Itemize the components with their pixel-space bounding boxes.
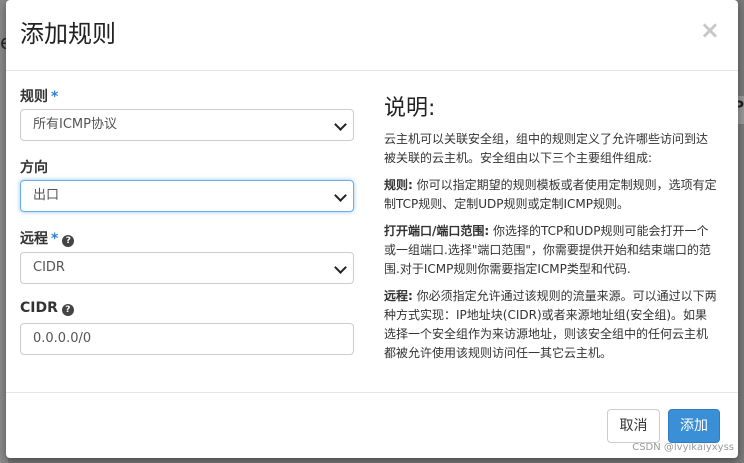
rules-term: 规则: [384,178,413,192]
remote-label: 远程 *? [20,228,75,248]
ports-term: 打开端口/端口范围: [384,224,490,238]
chevron-down-icon [334,261,347,274]
close-icon[interactable]: × [700,18,720,42]
required-marker: * [51,89,59,105]
remote-term: 远程: [384,289,413,303]
cidr-label: CIDR? [20,300,74,316]
direction-label: 方向 [20,157,48,177]
direction-select[interactable]: 出口 [20,180,354,212]
cidr-input-value: 0.0.0.0/0 [33,331,92,346]
rules-text: 你可以指定期望的规则模板或者使用定制规则，选项有定制TCP规则、定制UDP规则或… [384,178,717,211]
remote-select[interactable]: CIDR [20,252,354,284]
cidr-input[interactable]: 0.0.0.0/0 [20,323,354,355]
cancel-button[interactable]: 取消 [607,409,660,443]
description-heading: 说明: [384,96,436,121]
cidr-label-text: CIDR [20,300,58,316]
add-button[interactable]: 添加 [668,409,720,443]
chevron-down-icon [334,189,347,202]
help-icon[interactable]: ? [62,235,75,247]
description-rules: 规则: 你可以指定期望的规则模板或者使用定制规则，选项有定制TCP规则、定制UD… [384,176,718,214]
remote-text: 你必须指定允许通过该规则的流量来源。可以通过以下两种方式实现：IP地址块(CID… [384,289,717,360]
watermark: CSDN @lvyikaiyxyss [632,442,734,453]
description-intro: 云主机可以关联安全组，组中的规则定义了允许哪些访问到达被关联的云主机。安全组由以… [384,132,709,165]
dialog-title: 添加规则 [20,20,116,48]
dialog-footer: 取消 添加 [6,392,738,459]
direction-select-value: 出口 [33,188,60,203]
chevron-down-icon [334,118,347,131]
rule-select[interactable]: 所有ICMP协议 [20,109,354,141]
add-rule-dialog: 添加规则 × 规则 * 所有ICMP协议 方向 出口 远程 *? CIDR CIDR… [6,0,738,458]
rule-label: 规则 * [20,86,58,106]
remote-select-value: CIDR [33,260,65,275]
direction-label-text: 方向 [20,160,48,176]
rule-label-text: 规则 [20,89,48,105]
dialog-header: 添加规则 × [6,0,738,71]
rule-select-value: 所有ICMP协议 [33,117,117,132]
description-ports: 打开端口/端口范围: 你选择的TCP和UDP规则可能会打开一个或一组端口.选择"… [384,222,718,279]
required-marker: * [51,231,59,247]
help-icon[interactable]: ? [61,304,74,316]
help-description: 说明: 云主机可以关联安全组，组中的规则定义了允许哪些访问到达被关联的云主机。安… [384,96,718,371]
description-remote: 远程: 你必须指定允许通过该规则的流量来源。可以通过以下两种方式实现：IP地址块… [384,287,718,363]
remote-label-text: 远程 [20,231,48,247]
